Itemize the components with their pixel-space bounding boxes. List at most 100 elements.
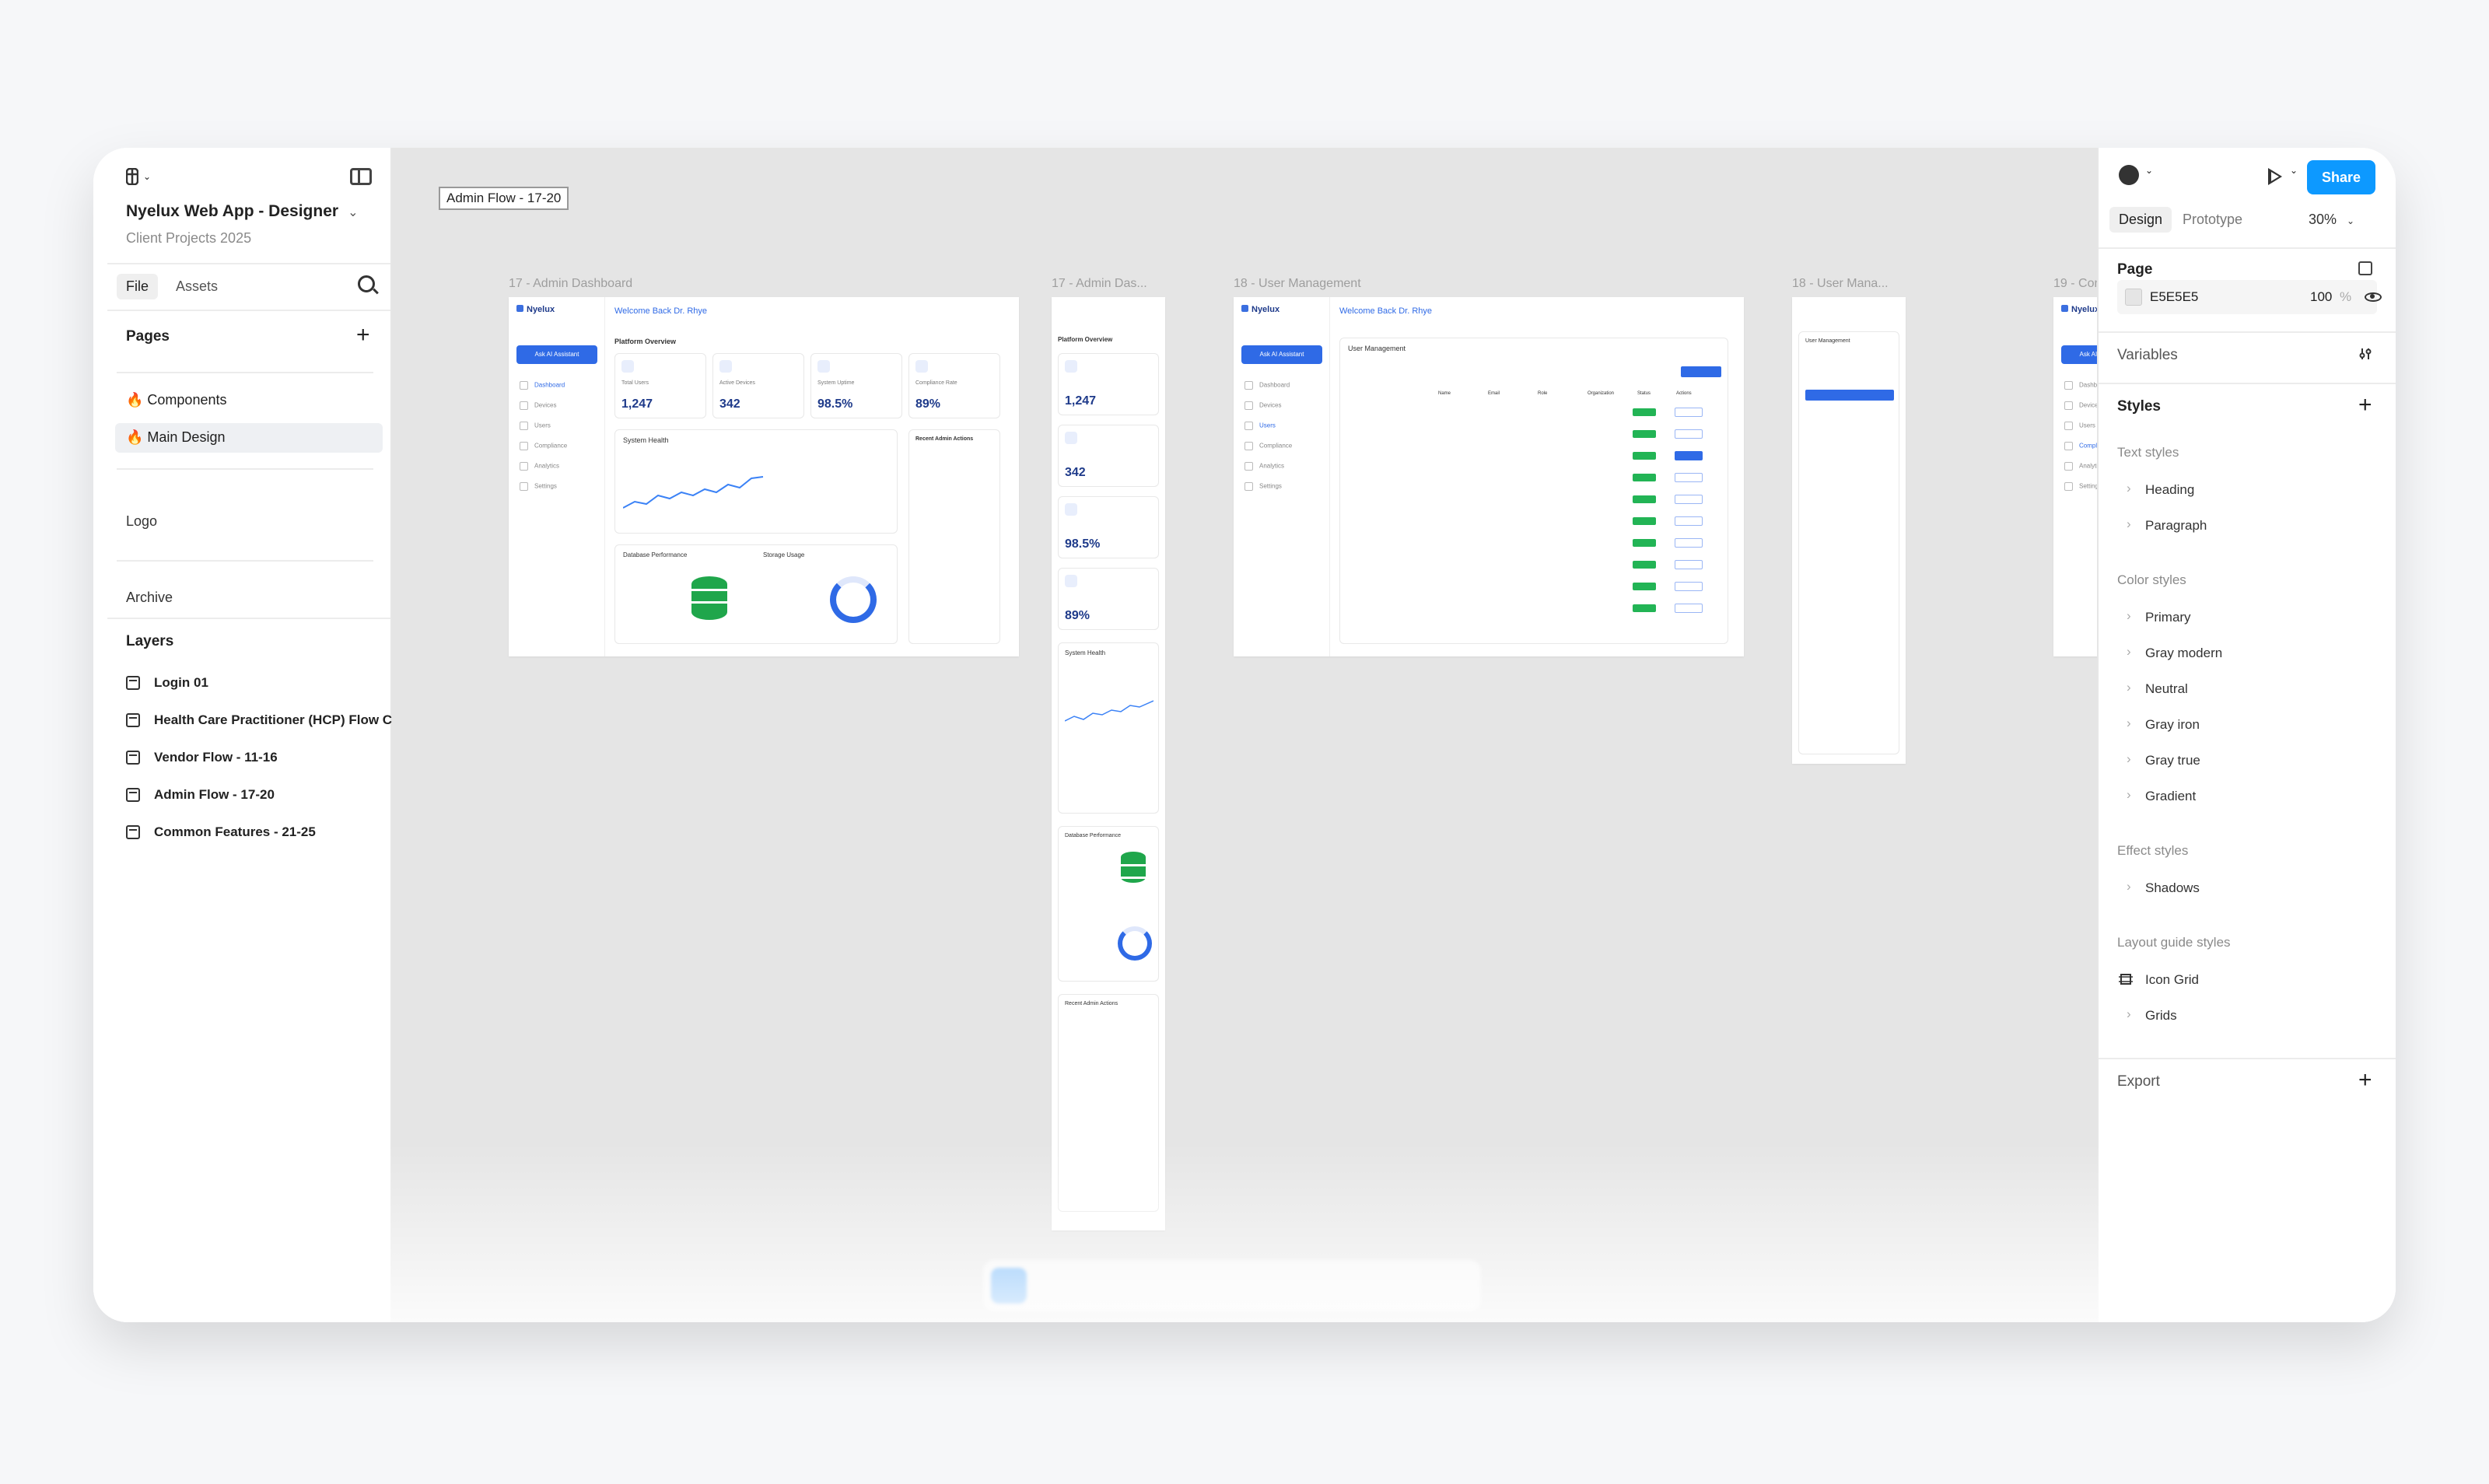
tab-prototype[interactable]: Prototype — [2173, 207, 2252, 233]
brand-logo: Nyelux — [2061, 305, 2097, 314]
layer-item[interactable]: Vendor Flow - 11-16 — [126, 750, 278, 765]
layer-item[interactable]: Health Care Practitioner (HCP) Flow C — [126, 712, 392, 728]
move-tool-icon[interactable] — [991, 1268, 1027, 1304]
edit-button — [1675, 451, 1703, 460]
color-swatch[interactable] — [2125, 289, 2142, 306]
page-item-main-design[interactable]: 🔥 Main Design — [115, 423, 383, 453]
divider — [107, 310, 390, 311]
style-item[interactable]: Neutral — [2127, 680, 2188, 697]
ai-assistant-button: Ask AI Assistant — [2061, 345, 2097, 364]
frame-user-management-mobile[interactable]: User Management — [1792, 297, 1906, 764]
layer-item[interactable]: Admin Flow - 17-20 — [126, 787, 275, 803]
present-play-icon[interactable] — [2268, 168, 2282, 185]
canvas[interactable]: Admin Flow - 17-20 17 - Admin Dashboard … — [392, 148, 2097, 1322]
nav-item: Analytics — [1244, 462, 1284, 471]
divider — [2099, 331, 2396, 333]
edit-button — [1675, 604, 1703, 613]
status-badge — [1633, 583, 1656, 590]
visibility-eye-icon[interactable] — [2365, 292, 2382, 302]
selected-section-label[interactable]: Admin Flow - 17-20 — [439, 187, 569, 210]
page-settings-icon[interactable] — [2358, 261, 2372, 275]
frame-label[interactable]: 18 - User Mana... — [1792, 277, 1889, 291]
style-item[interactable]: Gray modern — [2127, 644, 2222, 661]
frame-label[interactable]: 19 - Compliance Track — [2053, 277, 2097, 291]
tab-assets[interactable]: Assets — [166, 274, 227, 299]
divider — [107, 618, 390, 619]
page-item-logo[interactable]: Logo — [126, 513, 157, 530]
status-badge — [1633, 474, 1656, 481]
stat-card: Active Devices 342 — [712, 353, 804, 418]
search-icon[interactable] — [358, 275, 375, 292]
status-badge — [1633, 430, 1656, 438]
db-storage-card: Database Performance — [1058, 826, 1159, 982]
nav-item: Devices — [2064, 401, 2097, 410]
add-export-icon[interactable]: + — [2358, 1069, 2372, 1092]
nav-item: Users — [520, 422, 551, 430]
style-item[interactable]: Gradient — [2127, 787, 2196, 804]
storage-donut — [1118, 926, 1152, 961]
frame-user-management[interactable]: Nyelux Ask AI Assistant Dashboard Device… — [1234, 297, 1744, 656]
style-item[interactable]: Paragraph — [2127, 516, 2207, 534]
status-badge — [1633, 604, 1656, 612]
sidebar-toggle-icon[interactable] — [350, 168, 372, 185]
add-page-icon[interactable]: + — [356, 324, 370, 347]
chevron-down-icon: ⌄ — [143, 171, 152, 182]
page-fill-row[interactable]: E5E5E5 100 % — [2117, 280, 2382, 314]
figma-logo-icon — [126, 168, 138, 185]
style-item[interactable]: Grids — [2127, 1006, 2176, 1024]
chevron-down-icon[interactable]: ⌄ — [2290, 165, 2298, 176]
brand-logo: Nyelux — [1241, 305, 1280, 314]
export-label: Export — [2117, 1073, 2160, 1090]
zoom-level[interactable]: 30% ⌄ — [2309, 212, 2354, 228]
variables-label[interactable]: Variables — [2117, 347, 2178, 364]
tab-file[interactable]: File — [117, 274, 159, 299]
bottom-toolbar[interactable] — [983, 1260, 1481, 1311]
brand-logo: Nyelux — [516, 305, 555, 314]
add-style-icon[interactable]: + — [2358, 394, 2372, 417]
frame-admin-dashboard-mobile[interactable]: Platform Overview 1,247 342 98.5% 89% Sy… — [1052, 297, 1165, 1230]
edit-button — [1675, 538, 1703, 548]
stat-card: System Uptime 98.5% — [810, 353, 902, 418]
style-item[interactable]: Gray iron — [2127, 716, 2200, 733]
style-item[interactable]: Primary — [2127, 608, 2190, 625]
nav-item: Compliance — [2064, 442, 2097, 450]
style-item[interactable]: Icon Grid — [2145, 972, 2199, 988]
mini-sidebar: Nyelux Ask AI Assistant Dashboard Device… — [1234, 297, 1330, 656]
mini-sidebar: Nyelux Ask AI Assistant Dashboard Device… — [509, 297, 605, 656]
left-panel: ⌄ Nyelux Web App - Designer ⌄ Client Proj… — [93, 148, 392, 1322]
frame-label[interactable]: 17 - Admin Dashboard — [509, 277, 632, 291]
page-opacity[interactable]: 100 — [2310, 289, 2332, 305]
users-icon — [1065, 360, 1077, 373]
edit-button — [1675, 560, 1703, 569]
divider — [2099, 247, 2396, 249]
frame-icon — [126, 788, 140, 802]
page-item-components[interactable]: 🔥 Components — [115, 386, 383, 415]
layer-item[interactable]: Common Features - 21-25 — [126, 824, 316, 840]
styles-heading: Styles — [2117, 398, 2161, 415]
share-button[interactable]: Share — [2307, 160, 2375, 194]
variables-icon[interactable] — [2358, 347, 2372, 361]
stat-card: 98.5% — [1058, 496, 1159, 558]
frame-admin-dashboard[interactable]: Nyelux Ask AI Assistant Dashboard Device… — [509, 297, 1019, 656]
chevron-down-icon: ⌄ — [2347, 215, 2355, 226]
nav-item: Settings — [520, 482, 557, 491]
pages-heading: Pages — [126, 328, 170, 345]
main-menu-button[interactable]: ⌄ — [126, 168, 151, 185]
chevron-down-icon[interactable]: ⌄ — [2145, 165, 2153, 176]
response-time-line — [623, 476, 764, 509]
page-item-archive[interactable]: Archive — [126, 590, 173, 606]
response-time-line — [1065, 700, 1153, 722]
frame-compliance-tracking[interactable]: Nyelux Ask AI Assistant Dashboard Device… — [2053, 297, 2097, 656]
users-icon — [621, 360, 634, 373]
frame-label[interactable]: 17 - Admin Das... — [1052, 277, 1147, 291]
style-item[interactable]: Shadows — [2127, 879, 2200, 896]
tab-design[interactable]: Design — [2109, 207, 2172, 233]
page-color-hex[interactable]: E5E5E5 — [2150, 289, 2198, 305]
avatar[interactable] — [2119, 165, 2139, 185]
style-item[interactable]: Heading — [2127, 481, 2194, 498]
style-item[interactable]: Gray true — [2127, 751, 2200, 768]
layer-item[interactable]: Login 01 — [126, 675, 208, 691]
frame-label[interactable]: 18 - User Management — [1234, 277, 1361, 291]
add-user-button — [1681, 366, 1721, 377]
project-title[interactable]: Nyelux Web App - Designer ⌄ — [126, 202, 358, 221]
